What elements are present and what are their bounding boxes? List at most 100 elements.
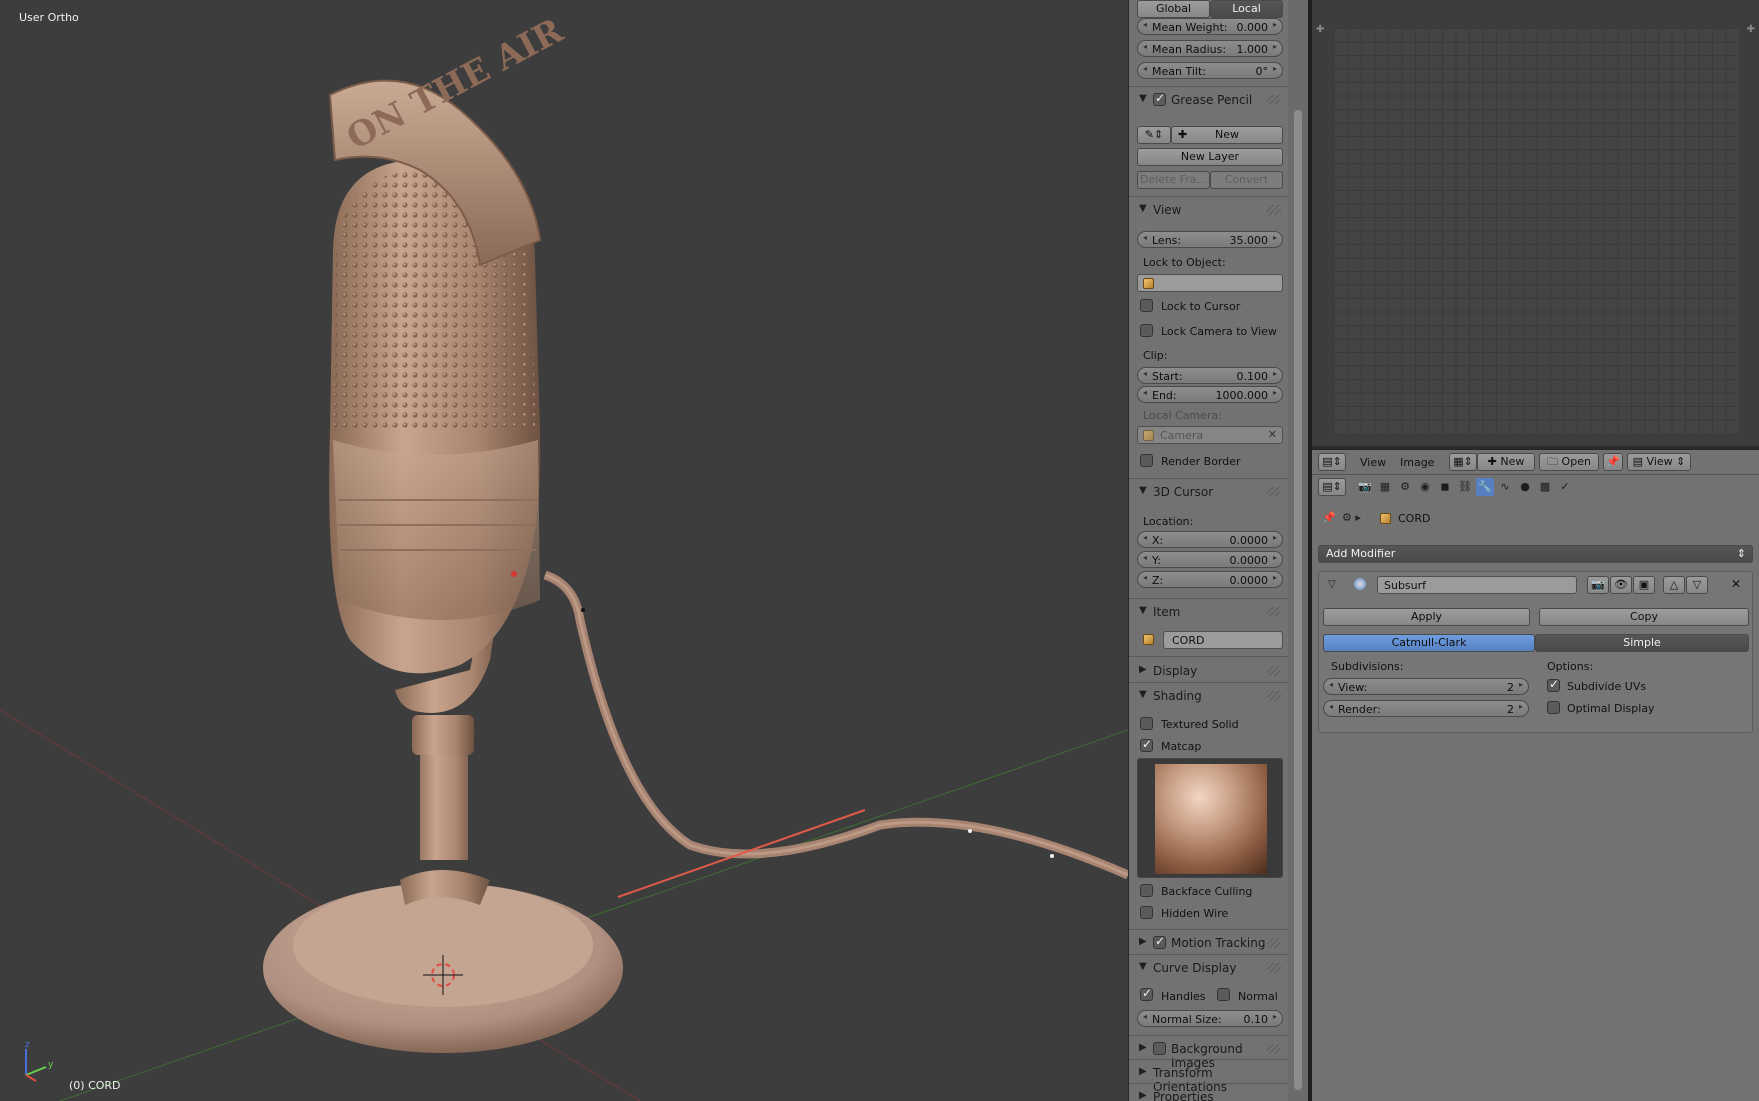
clip-label: Clip: (1143, 349, 1168, 362)
cursor-y-field[interactable]: ◂ Y: 0.0000 ▸ (1137, 551, 1283, 568)
camera-object-icon (1143, 430, 1154, 441)
uv-image-editor[interactable]: ✚ ✚ (1312, 0, 1759, 446)
clear-x-icon: ✕ (1267, 428, 1277, 441)
lock-to-cursor-checkbox[interactable] (1140, 299, 1153, 312)
scrollbar-thumb[interactable] (1294, 110, 1302, 1090)
lock-object-field[interactable] (1137, 274, 1283, 292)
view-mode-select[interactable]: ▤ View ⇕ (1627, 453, 1691, 471)
local-camera-field[interactable]: Camera ✕ (1137, 426, 1283, 444)
gp-new-button[interactable]: ✚ New (1171, 126, 1283, 144)
tab-local[interactable]: Local (1210, 0, 1283, 18)
collapse-triangle-icon[interactable]: ▽ (1328, 579, 1336, 590)
normal-checkbox[interactable] (1217, 988, 1230, 1001)
render-border-label: Render Border (1161, 455, 1241, 468)
corner-plus-icon[interactable]: ✚ (1316, 24, 1324, 35)
menu-image[interactable]: Image (1400, 456, 1434, 469)
tab-world-icon[interactable]: ◉ (1416, 478, 1434, 496)
mean-tilt-field[interactable]: ◂ Mean Tilt: 0° ▸ (1137, 62, 1283, 79)
clip-start-field[interactable]: ◂ Start: 0.100 ▸ (1137, 367, 1283, 384)
panel-transform-orientations[interactable]: ▶ Transform Orientations (1129, 1062, 1288, 1094)
panel-grease-pencil[interactable]: ▼ Grease Pencil (1129, 89, 1288, 111)
tab-render-icon[interactable]: 📷 (1356, 478, 1374, 496)
tab-material-icon[interactable]: ● (1516, 478, 1534, 496)
panel-shading[interactable]: ▼ Shading (1129, 685, 1288, 707)
tab-physics-icon[interactable]: ✓ (1556, 478, 1574, 496)
image-open-button[interactable]: 🗀 Open (1539, 453, 1599, 471)
lock-camera-label: Lock Camera to View (1161, 325, 1277, 338)
backface-checkbox[interactable] (1140, 884, 1153, 897)
cursor-x-field[interactable]: ◂ X: 0.0000 ▸ (1137, 531, 1283, 548)
move-up-icon[interactable]: △ (1663, 576, 1685, 594)
catmull-clark-toggle[interactable]: Catmull-Clark (1323, 634, 1535, 652)
pin-icon[interactable]: 📌 (1322, 511, 1336, 524)
subdiv-render-field[interactable]: ◂ Render: 2 ▸ (1323, 700, 1529, 717)
motion-tracking-checkbox[interactable] (1153, 934, 1166, 949)
image-browse-icon[interactable]: ▦⇕ (1449, 453, 1477, 471)
cursor-z-field[interactable]: ◂ Z: 0.0000 ▸ (1137, 571, 1283, 588)
subdivisions-label: Subdivisions: (1331, 660, 1404, 673)
add-modifier-dropdown[interactable]: Add Modifier ⇕ (1318, 545, 1753, 563)
delete-frame-button[interactable]: Delete Fra... (1137, 171, 1210, 189)
location-label: Location: (1143, 515, 1194, 528)
panel-background-images[interactable]: ▶ Background Images (1129, 1038, 1288, 1070)
tab-global[interactable]: Global (1137, 0, 1210, 18)
simple-toggle[interactable]: Simple (1535, 634, 1749, 652)
tab-texture-icon[interactable]: ▩ (1536, 478, 1554, 496)
tab-data-icon[interactable]: ∿ (1496, 478, 1514, 496)
viewport-toggle-eye-icon[interactable]: 👁 (1610, 576, 1632, 594)
modifier-name-field[interactable]: Subsurf (1377, 576, 1577, 594)
object-cube-icon (1143, 278, 1154, 289)
render-toggle-icon[interactable]: 📷 (1587, 576, 1609, 594)
item-name-field[interactable]: CORD (1163, 631, 1283, 649)
tab-scene-icon[interactable]: ⚙ (1396, 478, 1414, 496)
image-new-button[interactable]: ✚ New (1477, 453, 1535, 471)
tab-layers-icon[interactable]: ▦ (1376, 478, 1394, 496)
tab-modifiers-icon[interactable]: 🔧 (1476, 478, 1494, 496)
tab-constraints-icon[interactable]: ⛓ (1456, 478, 1474, 496)
panel-3d-cursor[interactable]: ▼ 3D Cursor (1129, 481, 1288, 503)
apply-button[interactable]: Apply (1323, 608, 1530, 626)
tab-object-icon[interactable]: ◼ (1436, 478, 1454, 496)
background-images-checkbox[interactable] (1153, 1042, 1166, 1055)
move-down-icon[interactable]: ▽ (1686, 576, 1708, 594)
uv-grid (1334, 28, 1739, 433)
corner-plus-icon-right[interactable]: ✚ (1747, 24, 1755, 35)
editor-type-icon[interactable]: ▤⇕ (1318, 453, 1346, 471)
normal-size-field[interactable]: ◂ Normal Size: 0.10 ▸ (1137, 1010, 1283, 1027)
3d-viewport[interactable]: ON THE AIR z y User Ortho (0) CORD (0, 0, 1128, 1101)
panel-curve-display[interactable]: ▼ Curve Display (1129, 957, 1288, 979)
context-object-name: CORD (1398, 512, 1431, 525)
panel-motion-tracking[interactable]: ▶ Motion Tracking (1129, 932, 1288, 954)
textured-solid-checkbox[interactable] (1140, 717, 1153, 730)
editmode-toggle-icon[interactable]: ▣ (1633, 576, 1655, 594)
render-border-checkbox[interactable] (1140, 454, 1153, 467)
subsurf-modifier-icon (1354, 578, 1366, 590)
handles-checkbox[interactable] (1140, 986, 1153, 1001)
mean-weight-field[interactable]: ◂ Mean Weight: 0.000 ▸ (1137, 18, 1283, 35)
copy-button[interactable]: Copy (1539, 608, 1749, 626)
panel-view[interactable]: ▼ View (1129, 199, 1288, 221)
pencil-brush-icon[interactable]: ✎⇕ (1137, 126, 1171, 144)
mean-radius-field[interactable]: ◂ Mean Radius: 1.000 ▸ (1137, 40, 1283, 57)
panel-display[interactable]: ▶ Display (1129, 660, 1288, 682)
panel-properties[interactable]: ▶ Properties (1129, 1086, 1288, 1101)
curve-data-icon: ⚙ ▸ (1342, 511, 1361, 524)
pin-icon[interactable]: 📌 (1603, 453, 1623, 471)
panel-item[interactable]: ▼ Item (1129, 601, 1288, 623)
new-layer-button[interactable]: New Layer (1137, 148, 1283, 166)
remove-modifier-x-icon[interactable]: ✕ (1731, 577, 1741, 591)
optimal-display-checkbox[interactable] (1547, 701, 1560, 714)
matcap-checkbox[interactable] (1140, 737, 1153, 752)
grease-pencil-checkbox[interactable] (1153, 91, 1166, 106)
menu-view[interactable]: View (1360, 456, 1386, 469)
convert-button[interactable]: Convert (1210, 171, 1283, 189)
lens-field[interactable]: ◂ Lens: 35.000 ▸ (1137, 231, 1283, 248)
subdiv-view-field[interactable]: ◂ View: 2 ▸ (1323, 678, 1529, 695)
lock-camera-checkbox[interactable] (1140, 324, 1153, 337)
subdivide-uvs-checkbox[interactable] (1547, 677, 1560, 692)
properties-editor-type-icon[interactable]: ▤⇕ (1318, 478, 1346, 496)
clip-end-field[interactable]: ◂ End: 1000.000 ▸ (1137, 386, 1283, 403)
matcap-preview[interactable] (1137, 758, 1283, 878)
npanel-scrollbar[interactable] (1288, 0, 1308, 1101)
hidden-wire-checkbox[interactable] (1140, 906, 1153, 919)
